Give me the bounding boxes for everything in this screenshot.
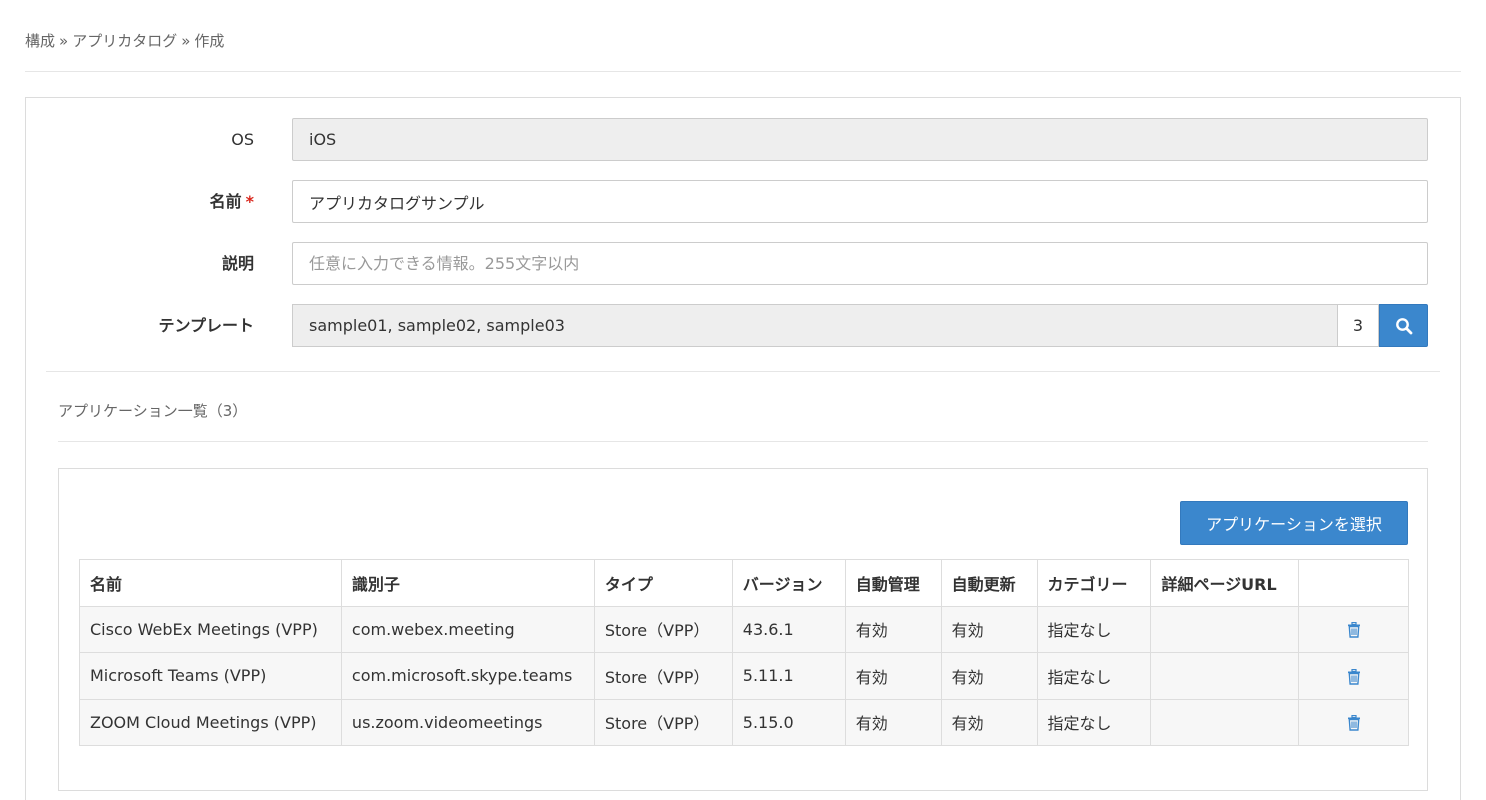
cell-identifier: com.webex.meeting (340, 605, 595, 653)
name-field[interactable] (292, 180, 1428, 223)
column-header-auto-manage: 自動管理 (844, 559, 942, 607)
cell-auto-update: 有効 (940, 698, 1038, 746)
cell-type: Store（VPP） (593, 698, 733, 746)
template-search-button[interactable] (1379, 304, 1428, 347)
template-count: 3 (1337, 304, 1379, 347)
cell-delete (1298, 652, 1409, 700)
table-header-row: 名前 識別子 タイプ バージョン 自動管理 自動更新 カテゴリー 詳細ページUR… (79, 559, 1409, 607)
cell-name: Cisco WebEx Meetings (VPP) (79, 605, 342, 653)
template-field[interactable]: sample01, sample02, sample03 (292, 304, 1337, 347)
required-mark: * (245, 192, 254, 211)
breadcrumb-item-config[interactable]: 構成 (25, 32, 55, 50)
table-row: ZOOM Cloud Meetings (VPP) us.zoom.videom… (79, 698, 1409, 746)
breadcrumb-item-app-catalog[interactable]: アプリカタログ (72, 32, 177, 50)
cell-category: 指定なし (1036, 652, 1152, 700)
cell-category: 指定なし (1036, 698, 1152, 746)
cell-delete (1298, 698, 1409, 746)
name-row: 名前 * (26, 180, 1460, 223)
catalog-form-panel: OS 名前* 説明 テンプレート sample01, sample02, sam… (25, 97, 1461, 800)
os-row: OS (26, 118, 1460, 161)
divider (25, 71, 1461, 72)
breadcrumb-item-create: 作成 (194, 32, 225, 50)
breadcrumb-separator: » (59, 32, 69, 50)
cell-auto-manage: 有効 (844, 605, 942, 653)
column-header-actions (1298, 559, 1409, 607)
cell-name: ZOOM Cloud Meetings (VPP) (79, 698, 342, 746)
template-label: テンプレート (158, 316, 254, 335)
select-application-button[interactable]: アプリケーションを選択 (1180, 501, 1408, 545)
table-row: Cisco WebEx Meetings (VPP) com.webex.mee… (79, 605, 1409, 653)
column-header-category: カテゴリー (1036, 559, 1152, 607)
cell-identifier: us.zoom.videomeetings (340, 698, 595, 746)
cell-detail-url (1150, 605, 1300, 653)
breadcrumb: 構成» アプリカタログ» 作成 (25, 30, 224, 51)
trash-icon[interactable] (1347, 715, 1361, 731)
cell-auto-update: 有効 (940, 652, 1038, 700)
name-label: 名前 * (210, 180, 254, 223)
search-icon (1395, 317, 1412, 334)
cell-version: 5.11.1 (731, 652, 846, 700)
divider (46, 371, 1440, 372)
breadcrumb-separator: » (181, 32, 191, 50)
column-header-auto-update: 自動更新 (940, 559, 1038, 607)
os-label: OS (231, 130, 254, 149)
os-field[interactable] (292, 118, 1428, 161)
column-header-detail-url: 詳細ページURL (1150, 559, 1300, 607)
template-row: テンプレート sample01, sample02, sample03 3 (26, 304, 1460, 347)
description-field[interactable] (292, 242, 1428, 285)
cell-auto-manage: 有効 (844, 698, 942, 746)
cell-auto-manage: 有効 (844, 652, 942, 700)
cell-type: Store（VPP） (593, 605, 733, 653)
trash-icon[interactable] (1347, 668, 1361, 685)
template-input-group: sample01, sample02, sample03 3 (292, 304, 1428, 347)
description-row: 説明 (26, 242, 1460, 285)
cell-delete (1298, 605, 1409, 653)
cell-detail-url (1150, 698, 1300, 746)
app-list-title: アプリケーション一覧（3） (58, 402, 248, 420)
cell-name: Microsoft Teams (VPP) (79, 652, 342, 700)
cell-category: 指定なし (1036, 605, 1152, 653)
column-header-type: タイプ (593, 559, 733, 607)
cell-version: 43.6.1 (731, 605, 846, 653)
app-table: 名前 識別子 タイプ バージョン 自動管理 自動更新 カテゴリー 詳細ページUR… (79, 559, 1409, 746)
column-header-version: バージョン (731, 559, 846, 607)
app-list-box: アプリケーションを選択 名前 識別子 タイプ バージョン 自動管理 自動更新 カ… (58, 468, 1428, 791)
column-header-identifier: 識別子 (340, 559, 595, 607)
description-label: 説明 (221, 254, 254, 273)
table-row: Microsoft Teams (VPP) com.microsoft.skyp… (79, 652, 1409, 700)
cell-version: 5.15.0 (731, 698, 846, 746)
cell-identifier: com.microsoft.skype.teams (340, 652, 595, 700)
trash-icon[interactable] (1347, 622, 1361, 638)
column-header-name: 名前 (79, 559, 342, 607)
name-label-text: 名前 (209, 192, 242, 211)
cell-type: Store（VPP） (593, 652, 733, 700)
cell-detail-url (1150, 652, 1300, 700)
divider (58, 441, 1428, 442)
cell-auto-update: 有効 (940, 605, 1038, 653)
